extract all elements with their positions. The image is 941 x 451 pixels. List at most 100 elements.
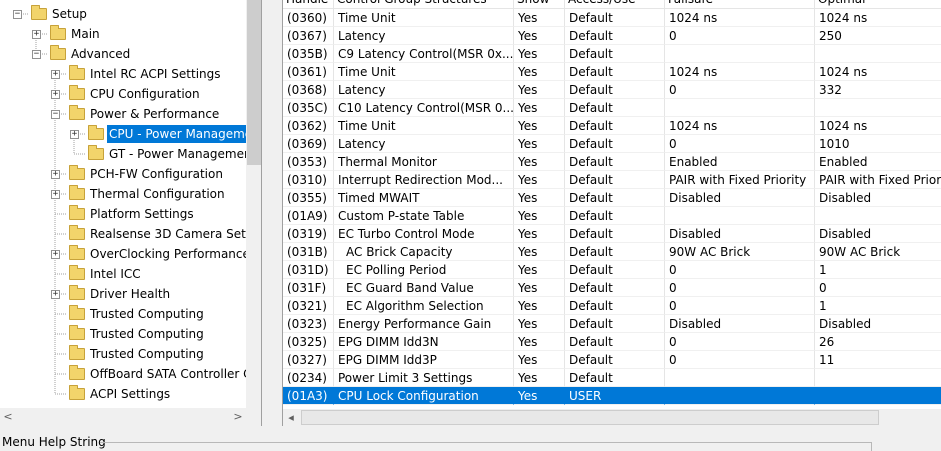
grid-scroll-left-button[interactable]: ◂: [283, 409, 299, 426]
tree-scroll-left-button[interactable]: <: [0, 408, 16, 425]
tree-item-offboard-sata-controller-configuration[interactable]: OffBoard SATA Controller Configuration: [0, 365, 261, 383]
tree-item-intel-rc-acpi-settings[interactable]: + Intel RC ACPI Settings: [0, 65, 246, 83]
cell-name: EC Polling Period: [334, 261, 514, 279]
tree-item-intel-icc[interactable]: Intel ICC: [0, 265, 246, 283]
cell-optimal: 332: [815, 81, 941, 99]
tree-item-trusted-computing[interactable]: Trusted Computing: [0, 345, 246, 363]
cell-access: Default: [565, 261, 665, 279]
table-row[interactable]: (031F) EC Guard Band Value Yes Default 0 0: [283, 279, 941, 297]
cell-optimal: 11: [815, 351, 941, 369]
table-row[interactable]: (01A9) Custom P-state Table Yes Default: [283, 207, 941, 225]
column-header-access[interactable]: Access/Use: [565, 0, 665, 9]
tree-item-trusted-computing[interactable]: Trusted Computing: [0, 325, 246, 343]
expand-icon[interactable]: +: [51, 250, 60, 259]
cell-access: Default: [565, 171, 665, 189]
table-row[interactable]: (0362) Time Unit Yes Default 1024 ns 1024 ns: [283, 117, 941, 135]
tree-vertical-scrollbar[interactable]: [246, 0, 261, 408]
cell-failsafe: [665, 207, 815, 225]
cell-failsafe: 0: [665, 261, 815, 279]
column-header-failsafe[interactable]: Failsafe: [665, 0, 815, 9]
grid-horizontal-scroll-thumb[interactable]: [301, 410, 879, 425]
table-row[interactable]: (0321) EC Algorithm Selection Yes Default 0 1: [283, 297, 941, 315]
table-row[interactable]: (035B) C9 Latency Control(MSR 0x... Yes Def…: [283, 45, 941, 63]
control-grid[interactable]: HandleControl Group StructuresShowAccess…: [282, 0, 941, 426]
tree-item-driver-health[interactable]: + Driver Health: [0, 285, 246, 303]
expand-icon[interactable]: +: [51, 70, 60, 79]
collapse-icon[interactable]: −: [13, 10, 22, 19]
cell-name: Latency: [334, 27, 514, 45]
cell-show: Yes: [514, 279, 565, 297]
table-row[interactable]: (0319) EC Turbo Control Mode Yes Default Dis…: [283, 225, 941, 243]
table-row[interactable]: (0367) Latency Yes Default 0 250: [283, 27, 941, 45]
tree-item-pch-fw-configuration[interactable]: + PCH-FW Configuration: [0, 165, 246, 183]
expand-icon[interactable]: +: [32, 30, 41, 39]
table-row[interactable]: (0327) EPG DIMM Idd3P Yes Default 0 11: [283, 351, 941, 369]
tree-item-advanced[interactable]: − Advanced: [0, 45, 246, 63]
cell-show: Yes: [514, 45, 565, 63]
table-row[interactable]: (0325) EPG DIMM Idd3N Yes Default 0 26: [283, 333, 941, 351]
tree-item-realsense-3d-camera-settings[interactable]: Realsense 3D Camera Settings: [0, 225, 261, 243]
cell-access: Default: [565, 9, 665, 27]
tree-item-trusted-computing[interactable]: Trusted Computing: [0, 305, 246, 323]
tree-item-power-performance[interactable]: − Power & Performance: [0, 105, 246, 123]
table-row[interactable]: (0234) Power Limit 3 Settings Yes Default: [283, 369, 941, 387]
table-row[interactable]: (0353) Thermal Monitor Yes Default Enabled En…: [283, 153, 941, 171]
cell-access: Default: [565, 243, 665, 261]
cell-show: Yes: [514, 99, 565, 117]
table-row[interactable]: (0369) Latency Yes Default 0 1010: [283, 135, 941, 153]
tree-item-gt-power-management[interactable]: GT - Power Management: [0, 145, 256, 163]
tree-item-cpu-configuration[interactable]: + CPU Configuration: [0, 85, 246, 103]
cell-optimal: 1024 ns: [815, 63, 941, 81]
expand-icon[interactable]: +: [51, 190, 60, 199]
expand-icon[interactable]: +: [70, 130, 79, 139]
cell-failsafe: [665, 45, 815, 63]
cell-optimal: [815, 369, 941, 387]
cell-name: Timed MWAIT: [334, 189, 514, 207]
column-header-show[interactable]: Show: [514, 0, 565, 9]
tree-item-main[interactable]: + Main: [0, 25, 246, 43]
cell-optimal: [815, 387, 941, 405]
expand-icon[interactable]: +: [51, 290, 60, 299]
table-row[interactable]: (035C) C10 Latency Control(MSR 0... Yes Def…: [283, 99, 941, 117]
cell-show: Yes: [514, 261, 565, 279]
table-row[interactable]: (031D) EC Polling Period Yes Default 0 1: [283, 261, 941, 279]
cell-failsafe: 90W AC Brick: [665, 243, 815, 261]
expand-icon[interactable]: +: [51, 170, 60, 179]
table-row[interactable]: (01A3) CPU Lock Configuration Yes USER: [283, 387, 941, 405]
cell-name: Latency: [334, 81, 514, 99]
tree-item-label: Main: [71, 27, 100, 41]
tree-item-label: GT - Power Management: [109, 147, 257, 161]
table-row[interactable]: (0355) Timed MWAIT Yes Default Disabled Disab…: [283, 189, 941, 207]
cell-show: Yes: [514, 387, 565, 405]
column-header-handle[interactable]: Handle: [283, 0, 334, 9]
cell-failsafe: 1024 ns: [665, 117, 815, 135]
tree-item-label: Platform Settings: [90, 207, 194, 221]
table-row[interactable]: (0310) Interrupt Redirection Mod... Yes Def…: [283, 171, 941, 189]
expand-icon[interactable]: +: [51, 90, 60, 99]
column-header-optimal[interactable]: Optimal: [815, 0, 941, 9]
tree-item-thermal-configuration[interactable]: + Thermal Configuration: [0, 185, 246, 203]
grid-horizontal-scrollbar[interactable]: ◂: [283, 409, 941, 426]
collapse-icon[interactable]: −: [51, 110, 60, 119]
tree-item-label: CPU Configuration: [90, 87, 200, 101]
tree-item-platform-settings[interactable]: Platform Settings: [0, 205, 246, 223]
table-row[interactable]: (0323) Energy Performance Gain Yes Default D…: [283, 315, 941, 333]
cell-name: EC Guard Band Value: [334, 279, 514, 297]
tree-horizontal-scrollbar[interactable]: < >: [0, 408, 246, 426]
cell-optimal: Disabled: [815, 315, 941, 333]
table-row[interactable]: (0361) Time Unit Yes Default 1024 ns 1024 ns: [283, 63, 941, 81]
tree-scroll-right-button[interactable]: >: [230, 408, 246, 425]
setup-tree[interactable]: − Setup + Main − Advanced + Intel RC ACPI Setti…: [0, 0, 262, 426]
tree-item-acpi-settings[interactable]: ACPI Settings: [0, 385, 246, 403]
table-row[interactable]: (031B) AC Brick Capacity Yes Default 90W AC …: [283, 243, 941, 261]
cell-show: Yes: [514, 243, 565, 261]
tree-item-cpu-power-management[interactable]: + CPU - Power Management: [0, 125, 261, 143]
collapse-icon[interactable]: −: [32, 50, 41, 59]
tree-item-overclocking-performance[interactable]: + OverClocking Performance: [0, 245, 250, 263]
tree-vertical-scroll-thumb[interactable]: [247, 0, 261, 165]
cell-show: Yes: [514, 189, 565, 207]
column-header-name[interactable]: Control Group Structures: [334, 0, 514, 9]
tree-item-setup[interactable]: − Setup: [0, 5, 246, 23]
table-row[interactable]: (0360) Time Unit Yes Default 1024 ns 1024 ns: [283, 9, 941, 27]
table-row[interactable]: (0368) Latency Yes Default 0 332: [283, 81, 941, 99]
